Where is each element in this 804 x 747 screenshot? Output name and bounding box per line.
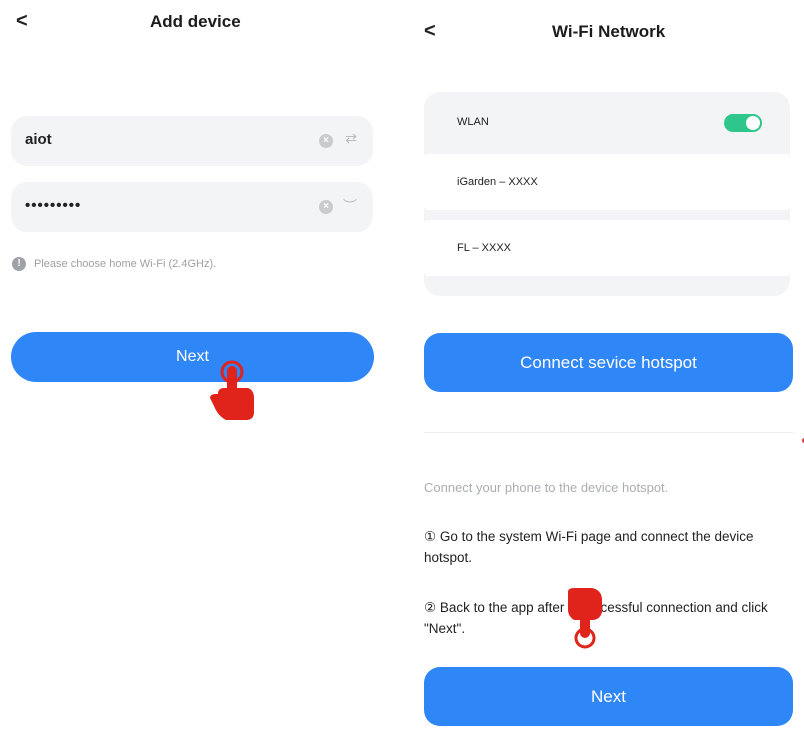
wifi-network-screen: < Wi-Fi Network WLAN iGarden – XXXX FL –… (406, 0, 804, 747)
next-button[interactable]: Next (11, 332, 374, 382)
clear-icon[interactable]: × (319, 134, 333, 148)
wlan-row: WLAN (424, 92, 790, 152)
wlan-toggle[interactable] (724, 114, 762, 132)
password-field[interactable]: ••••••••• × ︶ (11, 182, 373, 232)
clear-icon[interactable]: × (319, 200, 333, 214)
password-value: ••••••••• (25, 197, 82, 214)
pointer-hand-icon (210, 360, 254, 420)
divider (424, 432, 794, 433)
hint-text: Please choose home Wi-Fi (2.4GHz). (34, 258, 217, 270)
add-device-screen: < Add device aiot × ⇄ ••••••••• × ︶ ! Pl… (0, 0, 396, 747)
swap-icon[interactable]: ⇄ (345, 130, 357, 147)
info-icon: ! (12, 257, 26, 271)
back-chevron-icon[interactable]: < (424, 20, 436, 43)
page-title: Wi-Fi Network (552, 22, 666, 41)
step-2-text: ② Back to the app after a successful con… (424, 600, 768, 636)
network-name: FL – XXXX (457, 242, 512, 254)
ssid-field[interactable]: aiot × ⇄ (11, 116, 373, 166)
step-1-text: ① Go to the system Wi-Fi page and connec… (424, 529, 754, 565)
next-button[interactable]: Next (424, 667, 793, 726)
back-chevron-icon[interactable]: < (16, 10, 28, 33)
wlan-label: WLAN (457, 116, 489, 128)
network-item[interactable]: iGarden – XXXX (424, 154, 790, 210)
network-item[interactable]: FL – XXXX (424, 220, 790, 276)
page-title: Add device (150, 12, 241, 31)
guide-text: Connect your phone to the device hotspot… (424, 480, 669, 495)
network-name: iGarden – XXXX (457, 176, 538, 188)
connect-hotspot-button[interactable]: Connect sevice hotspot (424, 333, 793, 392)
network-list-card: WLAN iGarden – XXXX FL – XXXX (424, 92, 790, 296)
ssid-value: aiot (25, 131, 52, 148)
pointer-hand-icon (568, 588, 602, 649)
eye-closed-icon[interactable]: ︶ (343, 196, 357, 216)
wifi-hint: ! Please choose home Wi-Fi (2.4GHz). (12, 257, 216, 271)
